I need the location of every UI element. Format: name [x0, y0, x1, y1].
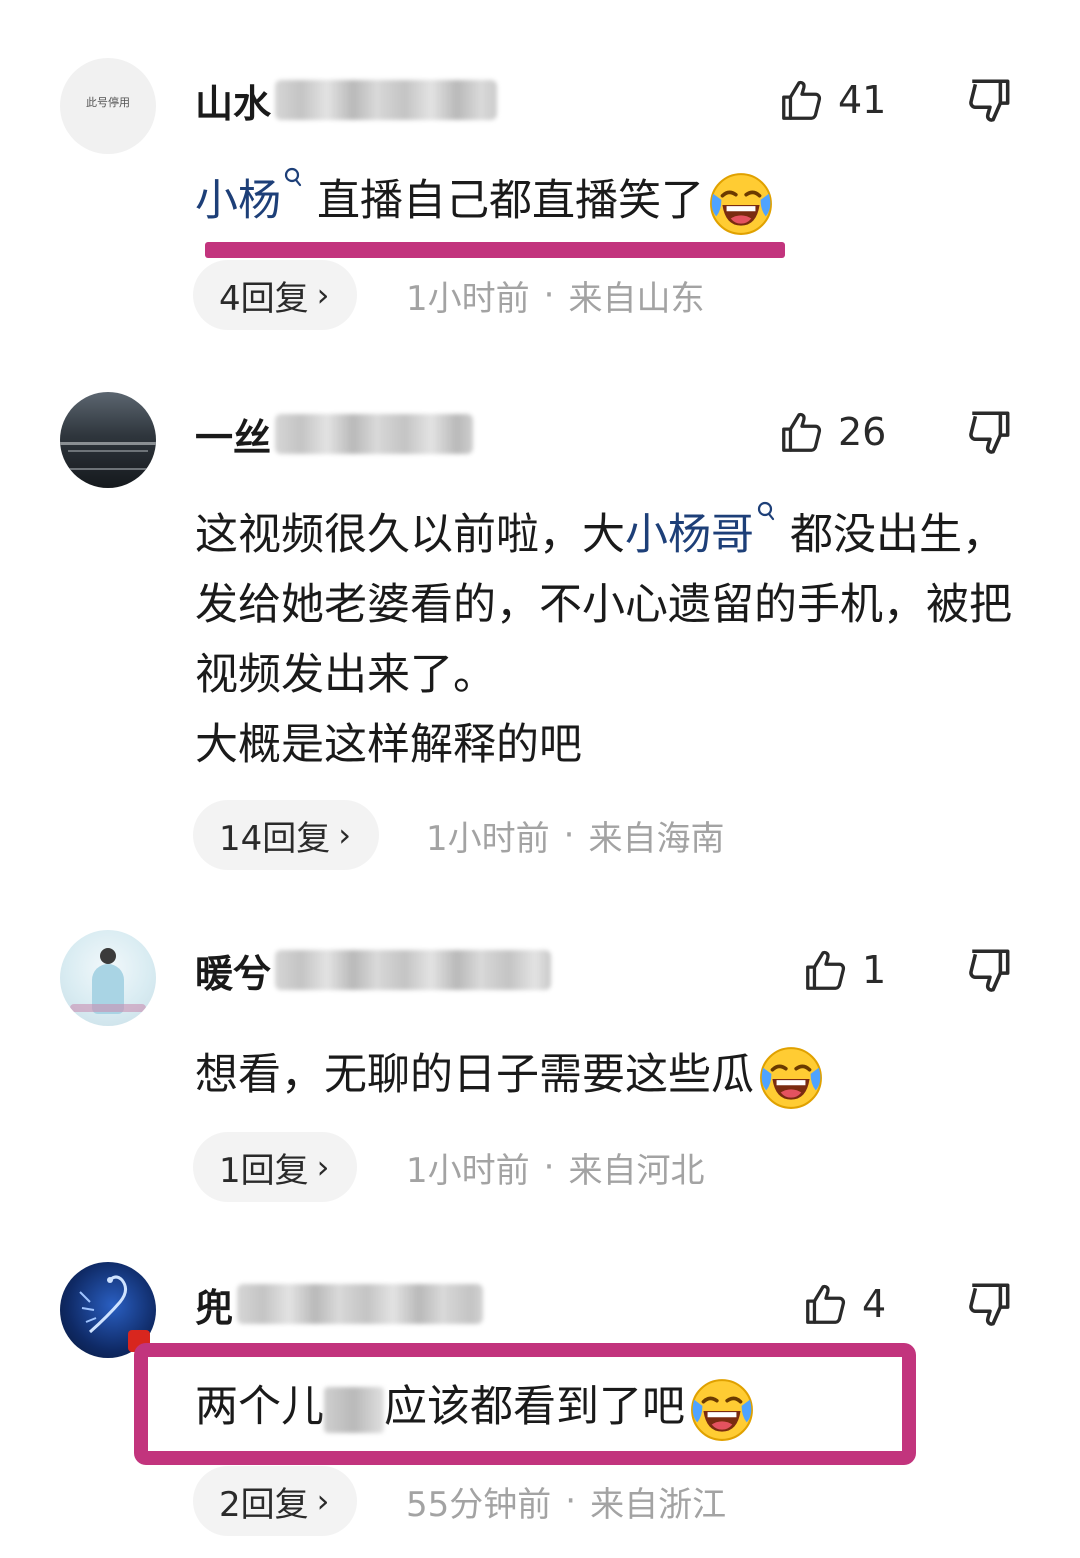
location: 来自河北: [568, 1150, 705, 1191]
timestamp: 1小时前: [406, 278, 530, 319]
username-blur: [275, 950, 552, 990]
location: 来自海南: [588, 818, 725, 859]
chevron-right-icon: ›: [316, 1148, 330, 1186]
highlight-underline: [205, 242, 785, 258]
comment-meta: 55分钟前 · 来自浙江: [406, 1466, 726, 1536]
reply-count-button[interactable]: 4回复 ›: [193, 260, 358, 330]
search-icon: [283, 166, 303, 190]
mention-link[interactable]: 小杨: [195, 176, 281, 226]
username-blur: [237, 1284, 484, 1324]
comment-body: 小杨 直播自己都直播笑了: [195, 166, 1025, 237]
like-count: 26: [838, 410, 887, 454]
reply-count: 1回复: [219, 1150, 309, 1191]
meta-separator: ·: [565, 1481, 577, 1521]
comment-meta: 1小时前 · 来自海南: [426, 800, 724, 870]
meta-separator: ·: [543, 275, 555, 315]
username-blur: [275, 414, 474, 454]
reply-count-button[interactable]: 14回复 ›: [193, 800, 380, 870]
timestamp: 1小时前: [406, 1150, 530, 1191]
username[interactable]: 一丝: [195, 406, 474, 462]
reply-count-button[interactable]: 1回复 ›: [193, 1132, 358, 1202]
reply-count: 2回复: [219, 1484, 309, 1525]
thumbs-down-icon[interactable]: [966, 946, 1016, 996]
laughing-crying-emoji-icon: [708, 171, 774, 237]
avatar[interactable]: [60, 392, 156, 488]
timestamp: 1小时前: [426, 818, 550, 859]
username[interactable]: 兜: [195, 1276, 484, 1332]
search-icon: [756, 500, 776, 524]
chevron-right-icon: ›: [316, 1482, 330, 1520]
username-text: 兜: [195, 1285, 234, 1330]
comment-body: 想看，无聊的日子需要这些瓜: [195, 1040, 1025, 1111]
thumbs-up-icon: [778, 409, 824, 455]
comment-text: 大概是这样解释的吧: [195, 720, 582, 770]
thumbs-down-icon[interactable]: [966, 76, 1016, 126]
comment-meta: 1小时前 · 来自河北: [406, 1132, 704, 1202]
reply-count: 4回复: [219, 278, 309, 319]
like-count: 41: [838, 78, 887, 122]
comment-text: 这视频很久以前啦，大: [195, 510, 625, 560]
timestamp: 55分钟前: [406, 1484, 552, 1525]
username-text: 一丝: [195, 415, 272, 460]
thumbs-up-icon: [778, 77, 824, 123]
meta-separator: ·: [563, 815, 575, 855]
comment-text: 想看，无聊的日子需要这些瓜: [195, 1050, 754, 1100]
thumbs-up-icon: [802, 1281, 848, 1327]
username-text: 山水: [195, 81, 272, 126]
username-text: 暖兮: [195, 951, 272, 996]
thumbs-down-icon[interactable]: [966, 408, 1016, 458]
comment-body: 这视频很久以前啦，大小杨哥 都没出生，发给她老婆看的，不小心遗留的手机，被把视频发…: [195, 500, 1025, 780]
username[interactable]: 山水: [195, 72, 498, 128]
like-button[interactable]: 1: [802, 942, 886, 998]
like-button[interactable]: 26: [778, 404, 886, 460]
like-button[interactable]: 41: [778, 72, 886, 128]
meta-separator: ·: [543, 1147, 555, 1187]
avatar[interactable]: 此号停用: [60, 58, 156, 154]
highlight-box: [134, 1343, 916, 1465]
location: 来自浙江: [590, 1484, 727, 1525]
avatar-text: 此号停用: [86, 96, 130, 109]
like-count: 4: [862, 1282, 887, 1326]
chevron-right-icon: ›: [316, 276, 330, 314]
reply-count: 14回复: [219, 818, 331, 859]
comment-meta: 1小时前 · 来自山东: [406, 260, 704, 330]
thumbs-up-icon: [802, 947, 848, 993]
chevron-right-icon: ›: [338, 816, 352, 854]
comment-list: 此号停用 山水 41 小杨 直播自己都直播笑了 4回复 › 1小时前 · 来自山东: [0, 0, 1080, 1558]
avatar[interactable]: [60, 930, 156, 1026]
username-blur: [275, 80, 498, 120]
location: 来自山东: [568, 278, 705, 319]
laughing-crying-emoji-icon: [758, 1045, 824, 1111]
like-button[interactable]: 4: [802, 1276, 886, 1332]
thumbs-down-icon[interactable]: [966, 1280, 1016, 1330]
like-count: 1: [862, 948, 887, 992]
comment-text: 直播自己都直播笑了: [317, 176, 704, 226]
mention-link[interactable]: 小杨哥: [625, 510, 754, 560]
username[interactable]: 暖兮: [195, 942, 552, 998]
reply-count-button[interactable]: 2回复 ›: [193, 1466, 358, 1536]
